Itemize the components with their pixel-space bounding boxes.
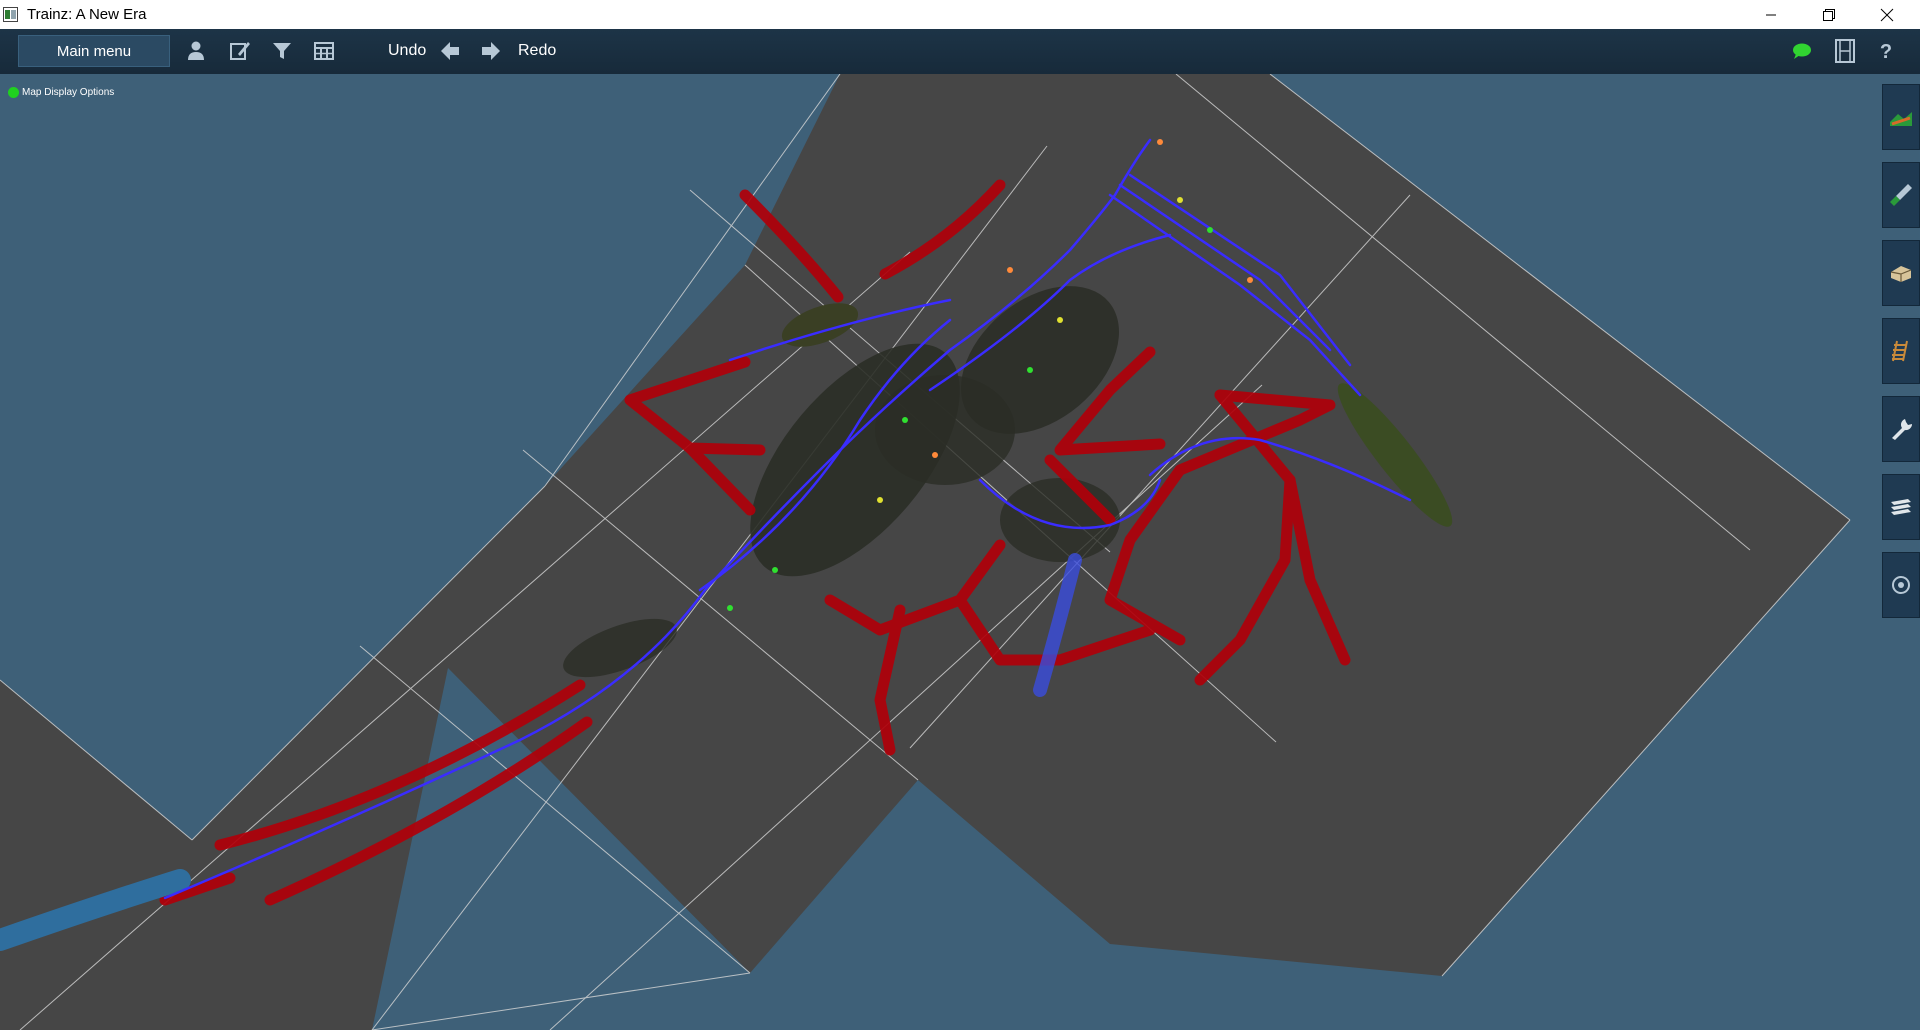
restore-button[interactable] [1800, 0, 1858, 29]
map-canvas[interactable] [0, 74, 1920, 1030]
undo-arrow-icon[interactable] [438, 39, 462, 63]
filmstrip-icon[interactable] [1833, 39, 1857, 63]
objects-tool-icon [1890, 266, 1912, 282]
layers-button[interactable] [1882, 474, 1920, 540]
main-menu-button[interactable]: Main menu [18, 35, 170, 67]
filter-icon[interactable] [270, 39, 294, 63]
track-tool-button[interactable] [1882, 318, 1920, 384]
app-icon [3, 7, 18, 22]
settings-button[interactable] [1882, 552, 1920, 618]
svg-text:?: ? [1880, 41, 1892, 63]
grid-icon[interactable] [312, 39, 336, 63]
tools-wrench-icon [1892, 419, 1913, 440]
paint-tool-icon [1890, 184, 1912, 206]
help-icon[interactable]: ? [1874, 39, 1898, 63]
window-titlebar: Trainz: A New Era [0, 0, 1920, 29]
terrain-tool-icon [1890, 112, 1912, 126]
settings-icon [1892, 576, 1910, 594]
tools-wrench-button[interactable] [1882, 396, 1920, 462]
objects-tool-button[interactable] [1882, 240, 1920, 306]
driver-icon[interactable] [184, 39, 208, 63]
chat-bubble-icon[interactable] [1790, 39, 1814, 63]
close-button[interactable] [1858, 0, 1916, 29]
close-icon [1880, 8, 1894, 21]
track-tool-icon [1892, 340, 1908, 362]
terrain-tool-button[interactable] [1882, 84, 1920, 150]
paint-tool-button[interactable] [1882, 162, 1920, 228]
status-dot-icon [8, 87, 19, 98]
window-title: Trainz: A New Era [27, 6, 147, 23]
map-viewport[interactable]: Map Display Options [0, 74, 1920, 1030]
redo-button[interactable]: Redo [518, 42, 556, 60]
map-display-options-label: Map Display Options [22, 87, 115, 98]
terrain-tiles [0, 74, 1850, 1030]
redo-arrow-icon[interactable] [479, 39, 503, 63]
minimize-icon [1766, 14, 1776, 15]
restore-icon [1823, 8, 1835, 21]
edit-icon[interactable] [228, 39, 252, 63]
editor-toolbar: Main menu Undo Redo ? [0, 29, 1920, 74]
layers-icon [1891, 499, 1911, 515]
minimize-button[interactable] [1742, 0, 1800, 29]
undo-button[interactable]: Undo [388, 42, 426, 60]
map-display-options-toggle[interactable]: Map Display Options [8, 87, 114, 98]
